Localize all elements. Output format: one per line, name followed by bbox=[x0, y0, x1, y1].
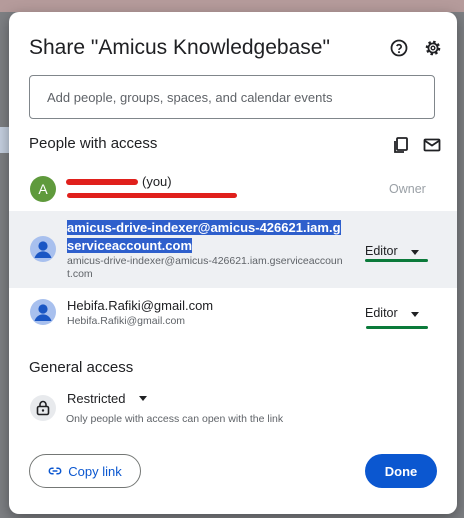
chevron-down-icon[interactable] bbox=[139, 396, 147, 401]
link-icon bbox=[48, 467, 62, 475]
help-circle-icon[interactable] bbox=[389, 38, 409, 58]
access-level-dropdown[interactable]: Restricted bbox=[67, 391, 126, 406]
done-button[interactable]: Done bbox=[365, 454, 437, 488]
person-name-suffix: (you) bbox=[142, 174, 172, 189]
role-dropdown[interactable]: Editor bbox=[365, 244, 398, 258]
person-email: Hebifa.Rafiki@gmail.com bbox=[67, 315, 186, 327]
share-dialog: Share "Amicus Knowledgebase" People with… bbox=[9, 12, 457, 514]
copy-link-button[interactable]: Copy link bbox=[29, 454, 141, 488]
people-with-access-heading: People with access bbox=[29, 135, 158, 152]
person-row-owner: A (you) Owner bbox=[9, 165, 457, 211]
avatar: A bbox=[30, 176, 56, 202]
person-avatar-icon bbox=[30, 299, 56, 325]
add-people-input[interactable] bbox=[29, 75, 435, 119]
annotation-underline bbox=[365, 259, 428, 262]
role-dropdown[interactable]: Editor bbox=[365, 306, 398, 320]
person-row-service-account: amicus-drive-indexer@amicus-426621.iam.g… bbox=[9, 211, 457, 288]
gear-icon[interactable] bbox=[423, 38, 443, 58]
access-description: Only people with access can open with th… bbox=[66, 413, 284, 425]
mail-icon[interactable] bbox=[422, 135, 442, 155]
person-name: amicus-drive-indexer@amicus-426621.iam.g… bbox=[67, 220, 341, 253]
chevron-down-icon[interactable] bbox=[411, 312, 419, 317]
annotation-underline bbox=[366, 326, 428, 329]
person-name: Hebifa.Rafiki@gmail.com bbox=[67, 298, 214, 313]
redacted-email bbox=[67, 193, 237, 198]
copy-emails-icon[interactable] bbox=[391, 135, 411, 155]
role-label: Owner bbox=[389, 182, 426, 196]
person-avatar-icon bbox=[30, 236, 56, 262]
lock-icon bbox=[30, 395, 56, 421]
copy-link-label: Copy link bbox=[68, 463, 122, 479]
dialog-title: Share "Amicus Knowledgebase" bbox=[29, 36, 330, 59]
chevron-down-icon[interactable] bbox=[411, 250, 419, 255]
general-access-heading: General access bbox=[29, 359, 134, 376]
person-email: amicus-drive-indexer@amicus-426621.iam.g… bbox=[67, 255, 343, 280]
person-row-hebifa: Hebifa.Rafiki@gmail.com Hebifa.Rafiki@gm… bbox=[9, 288, 457, 338]
redacted-name bbox=[66, 179, 138, 185]
background-header-strip bbox=[0, 0, 464, 12]
